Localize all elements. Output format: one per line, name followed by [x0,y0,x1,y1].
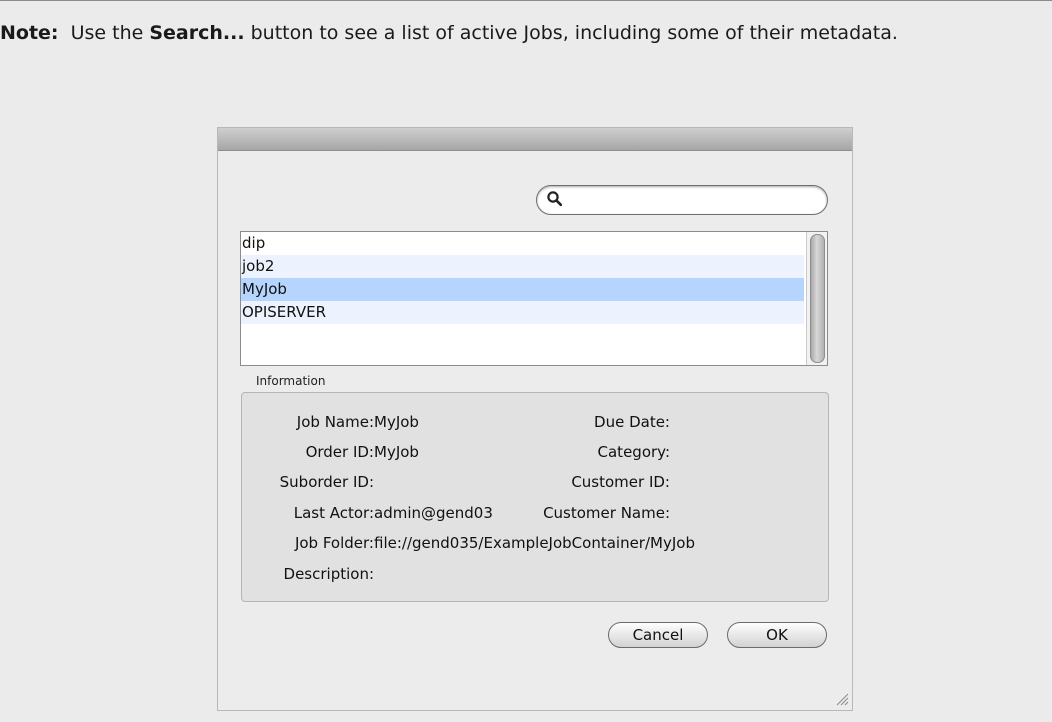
search-field[interactable] [536,185,828,215]
last-actor-value: admin@gend03 [374,504,493,522]
note-paragraph: Note: Use the Search... button to see a … [0,17,1000,49]
note-search-reference: Search... [149,22,245,44]
category-label: Category: [597,443,670,461]
search-input[interactable] [569,190,818,212]
job-list-item-selected[interactable]: MyJob [241,278,804,301]
note-text-after: button to see a list of active Jobs, inc… [250,22,898,44]
dialog-titlebar[interactable] [218,128,852,151]
job-folder-value: file://gend035/ExampleJobContainer/MyJob [374,534,695,552]
information-legend: Information [256,374,326,388]
due-date-label: Due Date: [594,413,670,431]
search-jobs-dialog: dip job2 MyJob OPISERVER Information Job… [218,128,852,710]
information-panel: Job Name: MyJob Order ID: MyJob Suborder… [241,392,829,602]
cancel-button[interactable]: Cancel [608,622,708,648]
job-list-item[interactable]: dip [241,232,804,255]
job-list-item[interactable]: OPISERVER [241,301,804,324]
last-actor-label: Last Actor: [293,504,374,522]
order-id-value: MyJob [374,443,419,461]
job-folder-label: Job Folder: [294,534,374,552]
job-list-item[interactable]: job2 [241,255,804,278]
list-scrollbar[interactable] [806,232,827,365]
scrollbar-thumb[interactable] [810,234,825,363]
note-text-before: Use the [70,22,144,44]
description-label: Description: [283,565,374,583]
resize-grip-icon[interactable] [833,690,849,706]
suborder-id-label: Suborder ID: [279,473,374,491]
job-name-label: Job Name: [296,413,374,431]
note-box: Note: Use the Search... button to see a … [0,0,1052,722]
ok-button[interactable]: OK [727,622,827,648]
customer-id-label: Customer ID: [571,473,670,491]
job-list[interactable]: dip job2 MyJob OPISERVER [240,231,828,366]
note-label: Note: [0,22,59,44]
customer-name-label: Customer Name: [543,504,670,522]
job-name-value: MyJob [374,413,419,431]
magnifier-icon [547,191,563,207]
order-id-label: Order ID: [305,443,374,461]
